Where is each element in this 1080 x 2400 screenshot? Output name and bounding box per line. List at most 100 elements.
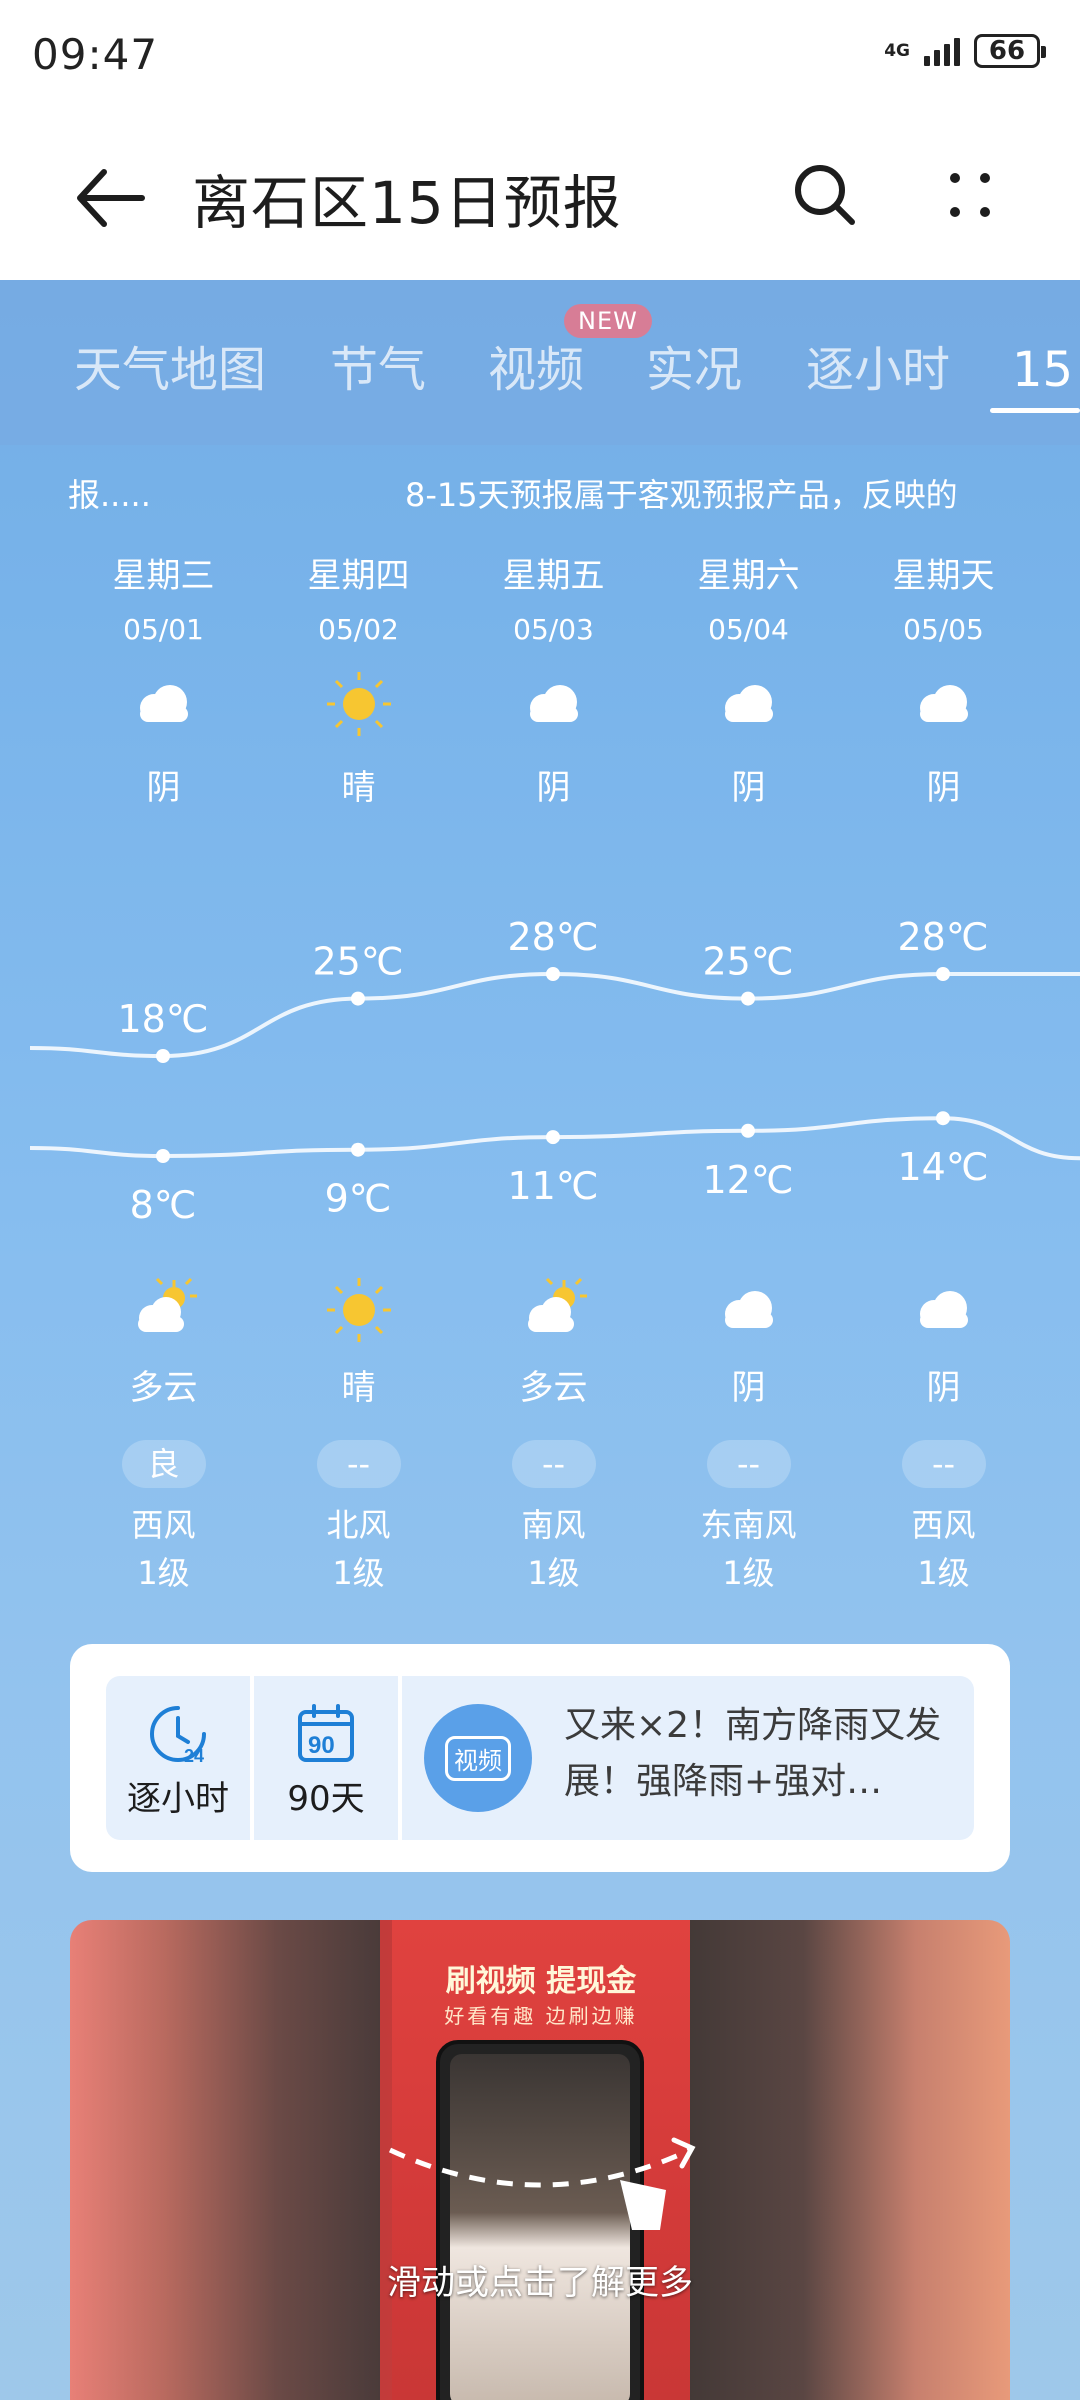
sun-icon — [327, 672, 391, 736]
search-button[interactable] — [790, 160, 860, 230]
new-badge: NEW — [564, 304, 652, 338]
cloud-icon — [920, 1291, 968, 1328]
90-day-shortcut-button[interactable]: 90 90天 — [254, 1676, 398, 1840]
hourly-shortcut-button[interactable]: 24 逐小时 — [106, 1676, 250, 1840]
back-arrow-icon — [77, 169, 145, 227]
tab-solar-terms[interactable]: 节气 — [330, 330, 426, 400]
wind-direction: 南风 — [521, 1506, 586, 1544]
ad-banner[interactable]: 刷视频 提现金 好看有趣 边刷边赚 滑动或点击了解更多 — [70, 1920, 1010, 2400]
notice-right-text: 8-15天预报属于客观预报产品，反映的 — [405, 476, 958, 514]
wind-direction: 西风 — [911, 1506, 976, 1544]
sun-icon — [327, 1278, 391, 1342]
svg-text:90: 90 — [308, 1732, 335, 1759]
partly-cloudy-icon — [528, 1277, 587, 1332]
forecast-notice: 报..... 8-15天预报属于客观预报产品，反映的 — [0, 470, 1080, 518]
swipe-gesture-icon — [388, 2137, 696, 2230]
temperature-chart: 18℃ 25℃ 28℃ 25℃ 28℃ 8℃ 9℃ 11℃ 12℃ 14℃ — [29, 915, 1080, 1227]
cloud-icon — [920, 685, 968, 722]
divider — [398, 1676, 402, 1840]
high-temp-line-label: 25℃ — [312, 940, 403, 984]
ad-hint-text: 滑动或点击了解更多 — [387, 2263, 693, 2303]
night-condition: 阴 — [926, 1368, 961, 1408]
hourly-shortcut-label: 逐小时 — [127, 1779, 229, 1819]
notice-left-text: 报..... — [68, 476, 151, 514]
date-label: 05/01 — [123, 613, 204, 646]
cloud-icon — [725, 685, 773, 722]
active-tab-indicator — [990, 408, 1080, 413]
video-news-headline[interactable]: 又来×2！南方降雨又发展！强降雨+强对… — [564, 1698, 954, 1810]
svg-text:24: 24 — [184, 1746, 204, 1766]
date-label: 05/04 — [708, 613, 789, 646]
more-dots-icon — [950, 173, 990, 217]
search-icon — [795, 165, 855, 225]
day-condition: 晴 — [341, 768, 376, 808]
90-day-shortcut-label: 90天 — [287, 1779, 365, 1819]
ad-subtitle: 好看有趣 边刷边赚 — [444, 2004, 638, 2028]
weekday-label: 星期三 — [112, 556, 215, 596]
high-temp-line-label: 28℃ — [507, 915, 598, 959]
high-temp-line-point — [156, 1049, 170, 1063]
shortcut-card: 24 逐小时 90 90天 视频 又来×2！南方降雨又发展！强降雨+强对… — [70, 1644, 1010, 1872]
air-quality-badge: -- — [511, 1440, 596, 1488]
cloud-icon — [725, 1291, 773, 1328]
video-tag-label: 视频 — [445, 1735, 511, 1781]
day-condition: 阴 — [536, 768, 571, 808]
low-temp-line-label: 12℃ — [702, 1158, 793, 1202]
video-icon[interactable]: 视频 — [424, 1704, 532, 1812]
clock-24-icon: 24 — [150, 1706, 206, 1766]
tab-bar: 天气地图 节气 视频 NEW 实况 逐小时 15日 — [0, 280, 1080, 445]
wind-level: 1级 — [917, 1554, 970, 1592]
high-temp-line-label: 28℃ — [897, 915, 988, 959]
status-bar: 09:47 4G 66 — [0, 0, 1080, 118]
more-options-button[interactable] — [935, 160, 1005, 230]
high-temp-line-label: 25℃ — [702, 940, 793, 984]
air-quality-badge: -- — [706, 1440, 791, 1488]
day-condition: 阴 — [731, 768, 766, 808]
wind-level: 1级 — [527, 1554, 580, 1592]
wind-level: 1级 — [137, 1554, 190, 1592]
night-condition: 多云 — [519, 1368, 588, 1408]
high-temp-line-point — [351, 991, 365, 1006]
date-label: 05/03 — [513, 613, 594, 646]
page-title: 离石区15日预报 — [192, 169, 622, 237]
wind-direction: 东南风 — [700, 1506, 797, 1544]
air-quality-badge: -- — [316, 1440, 401, 1488]
low-temp-line-point — [156, 1149, 170, 1163]
back-button[interactable] — [70, 158, 150, 238]
high-temp-line-point — [936, 967, 950, 981]
weekday-label: 星期五 — [502, 556, 605, 596]
low-temp-line-label: 9℃ — [325, 1177, 392, 1221]
status-indicators: 4G 66 — [884, 34, 1046, 68]
cloud-icon — [140, 685, 188, 722]
wind-direction: 北风 — [326, 1506, 391, 1544]
air-quality-badge: -- — [901, 1440, 986, 1488]
date-label: 05/02 — [318, 613, 399, 646]
network-type-label: 4G — [884, 40, 910, 61]
tab-15-day[interactable]: 15日 — [1012, 330, 1080, 400]
partly-cloudy-icon — [138, 1277, 197, 1332]
air-quality-badge: 良 — [121, 1440, 206, 1488]
night-condition: 阴 — [731, 1368, 766, 1408]
low-temp-line-label: 8℃ — [130, 1183, 197, 1227]
battery-icon: 66 — [974, 34, 1046, 68]
wind-level: 1级 — [332, 1554, 385, 1592]
night-condition: 多云 — [129, 1368, 198, 1408]
night-condition: 晴 — [341, 1368, 376, 1408]
battery-level: 66 — [988, 36, 1026, 66]
low-temp-line-label: 14℃ — [897, 1145, 988, 1189]
weekday-label: 星期四 — [307, 556, 410, 596]
weekday-label: 星期六 — [697, 556, 800, 596]
wind-direction: 西风 — [131, 1506, 196, 1544]
tab-weather-map[interactable]: 天气地图 — [74, 330, 266, 400]
low-temp-line-point — [936, 1111, 950, 1126]
tab-hourly[interactable]: 逐小时 — [806, 330, 950, 400]
high-temp-line-point — [546, 967, 560, 981]
day-condition: 阴 — [926, 768, 961, 808]
low-temp-line-point — [546, 1130, 560, 1145]
wind-level: 1级 — [722, 1554, 775, 1592]
tab-live[interactable]: 实况 — [646, 330, 742, 400]
high-temp-line-label: 18℃ — [117, 997, 208, 1041]
date-label: 05/05 — [903, 613, 984, 646]
low-temp-line-point — [741, 1123, 755, 1138]
tab-video[interactable]: 视频 — [488, 330, 584, 400]
